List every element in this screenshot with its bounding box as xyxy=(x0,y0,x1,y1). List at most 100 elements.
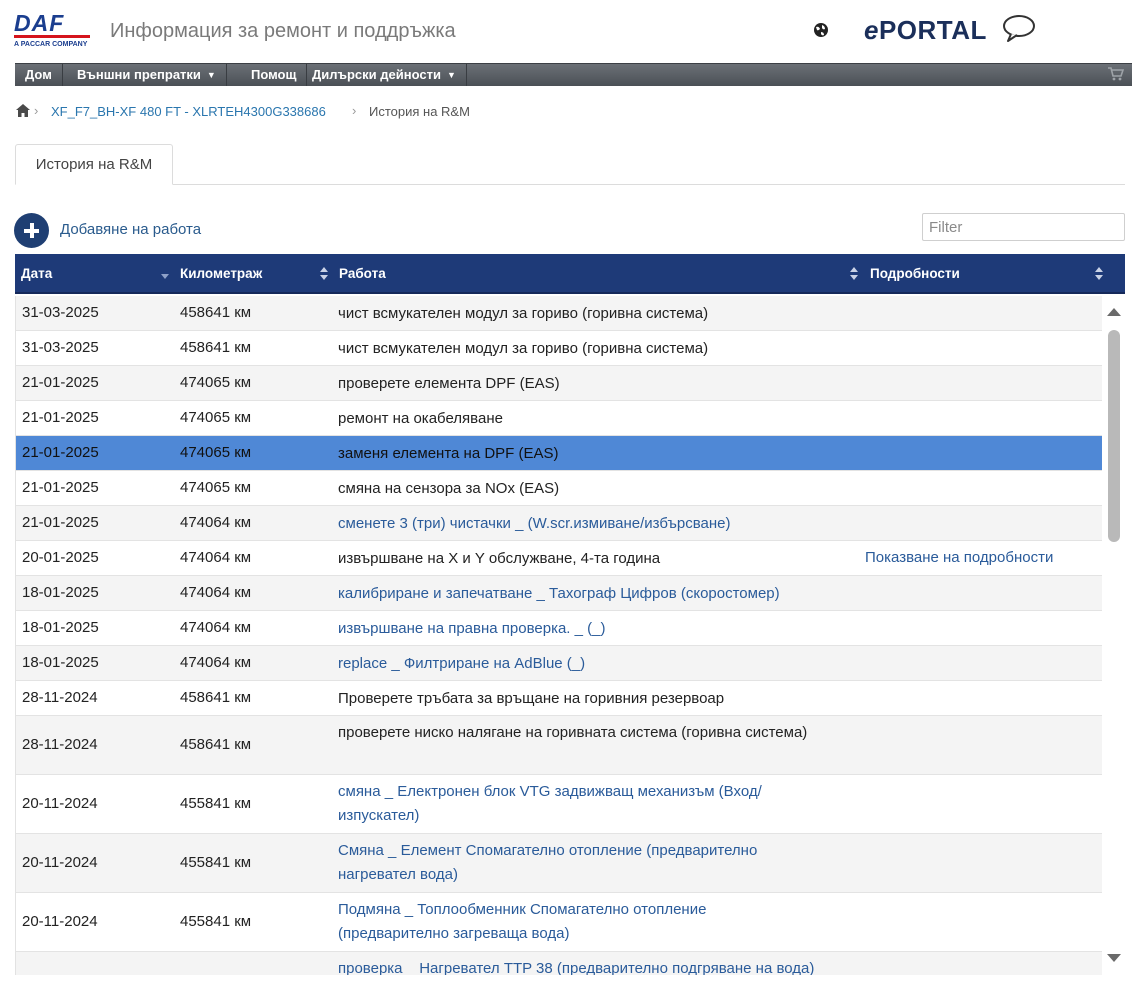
table-row[interactable]: 28-11-2024 458641 км проверете ниско наляг… xyxy=(16,716,1102,775)
cell-mileage: 455841 км xyxy=(180,854,252,871)
cell-mileage: 474064 км xyxy=(180,619,252,636)
column-header-date[interactable]: Дата xyxy=(21,254,52,294)
cell-mileage: 458641 км xyxy=(180,689,252,706)
menu-external-links[interactable]: Външни препратки ▼ xyxy=(67,64,227,86)
cell-date: 21-01-2025 xyxy=(22,444,99,461)
cell-job-link[interactable]: извършване на правна проверка. _ (_) xyxy=(338,617,858,641)
breadcrumb-vehicle-link[interactable]: XF_F7_BH-XF 480 FT - XLRTEH4300G338686 xyxy=(51,104,326,119)
cell-date: 21-01-2025 xyxy=(22,374,99,391)
table-row[interactable]: 21-01-2025 474065 км проверете елемента DP… xyxy=(16,366,1102,401)
filter-input[interactable] xyxy=(922,213,1125,241)
cell-job: чист всмукателен модул за гориво (горивн… xyxy=(338,340,709,357)
cell-date: 31-03-2025 xyxy=(22,304,99,321)
menu-external-links-label: Външни препратки xyxy=(77,67,201,82)
table-row[interactable]: 28-11-2024 458641 км Проверете тръбата за … xyxy=(16,681,1102,716)
add-job-button[interactable] xyxy=(14,213,49,248)
breadcrumb-separator: › xyxy=(34,103,39,118)
column-date-label: Дата xyxy=(21,266,53,281)
sort-icon[interactable] xyxy=(320,267,329,281)
cell-mileage: 451452 км xyxy=(180,972,251,975)
cell-mileage: 474065 км xyxy=(180,374,252,391)
show-details-link[interactable]: Показване на подробности xyxy=(865,549,1053,566)
cell-mileage: 458641 км xyxy=(180,339,252,356)
cell-date: 21-01-2025 xyxy=(22,514,99,531)
chevron-down-icon: ▼ xyxy=(206,70,216,80)
cell-job: Проверете тръбата за връщане на горивния… xyxy=(338,690,725,707)
cell-job: проверете елемента DPF (EAS) xyxy=(338,375,560,392)
cell-job-link[interactable]: Подмяна _ Топлообменник Спомагателно ото… xyxy=(338,898,818,946)
home-icon[interactable] xyxy=(16,104,30,118)
globe-icon[interactable] xyxy=(811,20,831,40)
column-header-mileage[interactable]: Километраж xyxy=(180,254,262,294)
table-row[interactable]: 20-11-2024 455841 км смяна _ Електронен бл… xyxy=(16,775,1102,834)
table-row[interactable]: 20-11-2024 455841 км Подмяна _ Топлообменн… xyxy=(16,893,1102,952)
menu-home-label: Дом xyxy=(25,67,52,82)
table-row[interactable]: 21-01-2025 474064 км сменете 3 (три) чиста… xyxy=(16,506,1102,541)
cell-mileage: 474065 км xyxy=(180,444,252,461)
sort-desc-icon[interactable] xyxy=(161,267,170,281)
menu-home[interactable]: Дом xyxy=(15,64,63,86)
cell-mileage: 474064 км xyxy=(180,514,252,531)
scroll-up-icon[interactable] xyxy=(1107,308,1121,316)
column-mileage-label: Километраж xyxy=(180,266,263,281)
sort-icon[interactable] xyxy=(850,267,859,281)
cell-mileage: 455841 км xyxy=(180,795,252,812)
column-job-label: Работа xyxy=(339,266,386,281)
cell-date: 31-03-2025 xyxy=(22,339,99,356)
add-job-label[interactable]: Добавяне на работа xyxy=(60,221,201,238)
cell-date: 20-11-2024 xyxy=(22,854,98,871)
cell-date: 21-01-2025 xyxy=(22,479,99,496)
cell-job-link[interactable]: Смяна _ Елемент Спомагателно отопление (… xyxy=(338,839,818,887)
table-row[interactable]: 18-01-2025 474064 км извършване на правна … xyxy=(16,611,1102,646)
cart-icon[interactable] xyxy=(1108,67,1125,84)
daf-logo[interactable]: DAF A PACCAR COMPANY xyxy=(14,12,92,50)
table-row[interactable]: 21-01-2025 474065 км ремонт на окабеляване xyxy=(16,401,1102,436)
cell-job-link[interactable]: калибриране и запечатване _ Тахограф Циф… xyxy=(338,582,858,606)
cell-mileage: 474065 км xyxy=(180,409,252,426)
cell-mileage: 458641 км xyxy=(180,304,252,321)
cell-mileage: 474064 км xyxy=(180,654,252,671)
eportal-logo[interactable]: ePORTAL xyxy=(864,15,987,46)
cell-date: 21-01-2025 xyxy=(22,409,99,426)
cell-job-link[interactable]: смяна _ Електронен блок VTG задвижващ ме… xyxy=(338,780,818,828)
scroll-down-icon[interactable] xyxy=(1107,954,1121,962)
table-body: 31-03-2025 458641 км чист всмукателен моду… xyxy=(15,296,1102,975)
eportal-e: e xyxy=(864,15,879,45)
table-row[interactable]: 31-03-2025 458641 км чист всмукателен моду… xyxy=(16,296,1102,331)
cell-job-link[interactable]: сменете 3 (три) чистачки _ (W.scr.измива… xyxy=(338,512,858,536)
cell-job-link[interactable]: проверка _ Нагревател TTP 38 (предварите… xyxy=(338,957,818,975)
cell-date: 20-01-2025 xyxy=(22,549,99,566)
column-header-job[interactable]: Работа xyxy=(339,254,386,294)
cell-date: 18-01-2025 xyxy=(22,584,99,601)
table-row[interactable]: 20-11-2024 455841 км Смяна _ Елемент Спома… xyxy=(16,834,1102,893)
menu-dealer-activities[interactable]: Дилърски дейности ▼ xyxy=(302,64,467,86)
main-menu: Дом Външни препратки ▼ Помощ Дилърски дей… xyxy=(15,63,1132,86)
table-scrollbar[interactable] xyxy=(1103,296,1125,975)
menu-help[interactable]: Помощ xyxy=(241,64,308,86)
cell-date: 28-11-2024 xyxy=(22,736,98,753)
page-title: Информация за ремонт и поддръжка xyxy=(110,20,456,42)
chat-bubble-icon[interactable] xyxy=(1002,14,1036,44)
table-row[interactable]: 04-11-2024 451452 км проверка _ Нагревател… xyxy=(16,952,1102,975)
table-row[interactable]: 21-01-2025 474065 км смяна на сензора за N… xyxy=(16,471,1102,506)
logo-subtext: A PACCAR COMPANY xyxy=(14,41,88,48)
cell-job: смяна на сензора за NOx (EAS) xyxy=(338,480,560,497)
table-row[interactable]: 31-03-2025 458641 км чист всмукателен моду… xyxy=(16,331,1102,366)
table-row[interactable]: 18-01-2025 474064 км калибриране и запечат… xyxy=(16,576,1102,611)
menu-dealer-activities-label: Дилърски дейности xyxy=(312,67,441,82)
breadcrumb-separator: › xyxy=(352,103,357,118)
scroll-thumb[interactable] xyxy=(1108,330,1120,542)
cell-job-link[interactable]: replace _ Филтриране на AdBlue (_) xyxy=(338,652,858,676)
table-row[interactable]: 20-01-2025 474064 км извършване на X и Y о… xyxy=(16,541,1102,576)
column-header-details[interactable]: Подробности xyxy=(870,254,960,294)
cell-mileage: 474064 км xyxy=(180,549,252,566)
menu-help-label: Помощ xyxy=(251,67,297,82)
table-row[interactable]: 18-01-2025 474064 км replace _ Филтриране … xyxy=(16,646,1102,681)
sort-icon[interactable] xyxy=(1095,267,1104,281)
app-header: DAF A PACCAR COMPANY Информация за ремон… xyxy=(0,0,1132,63)
table-row[interactable]: 21-01-2025 474065 км заменя елемента на DP… xyxy=(16,436,1102,471)
cell-date: 20-11-2024 xyxy=(22,795,98,812)
cell-date: 04-11-2024 xyxy=(22,972,98,975)
chevron-down-icon: ▼ xyxy=(446,70,456,80)
tab-rm-history[interactable]: История на R&M xyxy=(15,144,173,185)
